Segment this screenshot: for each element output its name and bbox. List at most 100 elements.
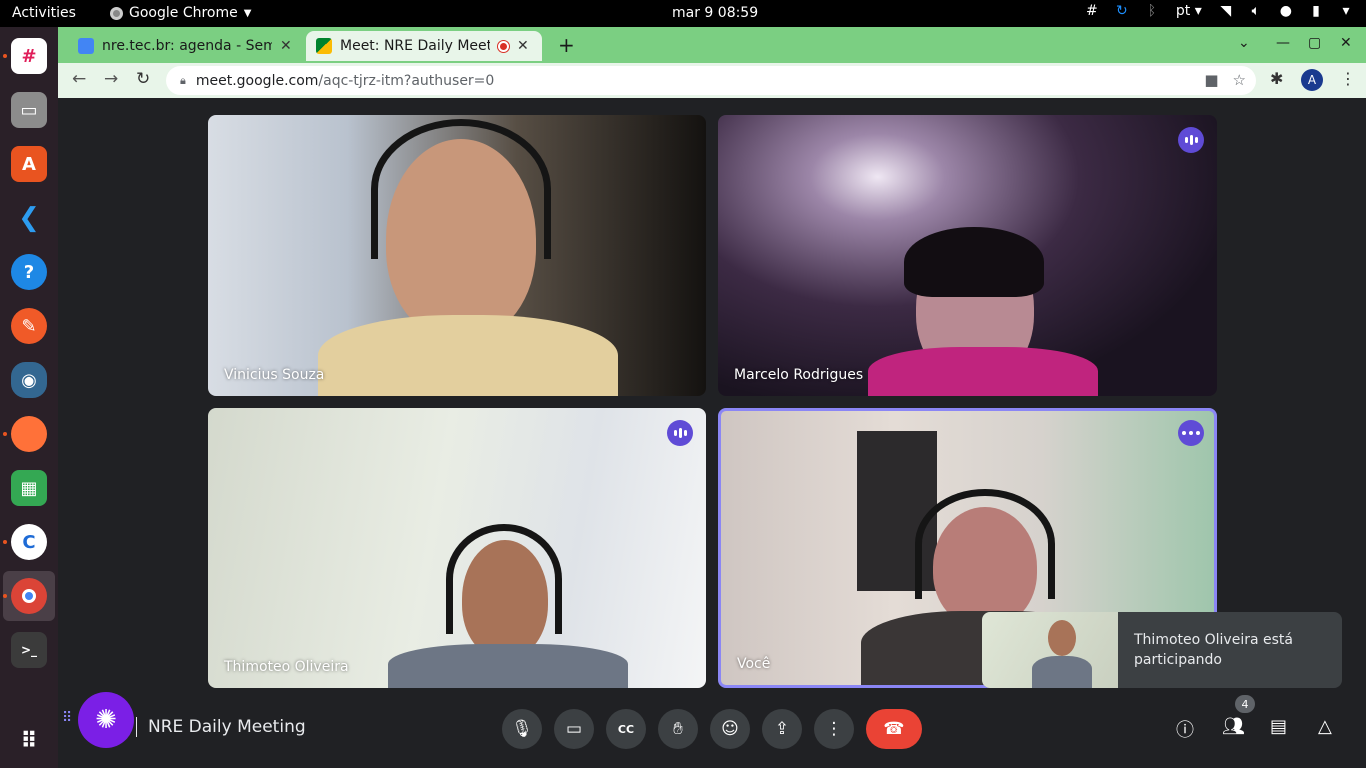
participant-video [386,139,536,339]
chat-icon[interactable]: ▤ [1270,716,1287,737]
forward-icon[interactable]: → [104,69,118,89]
join-notification-text: Thimoteo Oliveira está participando [1134,632,1293,668]
participant-thumbnail [982,612,1118,688]
meeting-activity-icon[interactable]: ✺ [78,692,134,748]
back-icon[interactable]: ← [72,69,86,89]
present-screen-button[interactable]: ⇪ [762,709,802,749]
divider [136,717,137,737]
app-menu-label: Google Chrome [129,5,238,21]
show-apps-icon[interactable]: ⠿ [11,723,47,759]
hair [904,227,1044,297]
running-indicator [3,594,7,598]
emoji-reaction-button[interactable]: ☺ [710,709,750,749]
shirt [868,347,1098,396]
camera-button[interactable]: ▭ [554,709,594,749]
chrome-icon[interactable] [11,578,47,614]
chrome-small-icon [110,6,123,20]
url-host: meet.google.com [195,72,319,89]
close-window-button[interactable]: ✕ [1340,35,1352,51]
wifi-icon[interactable]: ◥ [1220,3,1232,19]
new-tab-button[interactable]: + [558,33,575,57]
people-count-badge: 4 [1235,695,1255,713]
language-label: pt [1175,3,1191,19]
meet-stage: Vinicius Souza Marcelo Rodrigues Thimote… [58,98,1366,768]
dock: # ▭ A ❮ ? ✎ ◉ ▦ C >_ ⠿ [0,27,58,768]
close-tab-icon[interactable]: ✕ [517,38,529,54]
participant-tile[interactable]: Thimoteo Oliveira [208,408,706,688]
maximize-button[interactable]: ▢ [1308,35,1321,51]
participant-video [933,507,1037,627]
more-options-button[interactable]: ⋮ [814,709,854,749]
close-tab-icon[interactable]: ✕ [280,38,292,54]
postman-icon[interactable]: ✎ [11,308,47,344]
speaking-indicator-icon [1178,127,1204,153]
camera-in-use-icon[interactable]: ■ [1204,71,1218,89]
browser-toolbar: ← → ↻ 🔒︎ meet.google.com/aqc-tjrz-itm?au… [58,63,1366,98]
firefox-icon[interactable] [11,416,47,452]
emoji-icon: ☺ [721,719,739,739]
join-notification: Thimoteo Oliveira está participando [982,612,1342,688]
captions-button[interactable]: CC [606,709,646,749]
participant-name: Marcelo Rodrigues [734,367,864,383]
vscode-icon[interactable]: ❮ [11,200,47,236]
activities-button[interactable]: Activities [12,5,76,21]
hang-up-icon: ☎︎ [883,719,905,739]
clockify-icon[interactable]: C [11,524,47,560]
help-icon[interactable]: ? [11,254,47,290]
raise-hand-button[interactable]: ✋︎ [658,709,698,749]
software-center-icon[interactable]: A [11,146,47,182]
meet-icon [316,38,332,54]
activities-icon[interactable]: △ [1318,716,1332,737]
terminal-icon[interactable]: >_ [11,632,47,668]
present-icon: ⇪ [774,719,790,739]
system-top-bar: Activities Google Chrome ▼ mar 9 08:59 #… [0,0,1366,27]
participant-tile[interactable]: Vinicius Souza [208,115,706,396]
app-menu[interactable]: Google Chrome ▼ [110,5,251,21]
chrome-menu-icon[interactable]: ⋮ [1340,69,1356,88]
tab-title: Meet: NRE Daily Meeting [340,38,490,54]
extensions-icon[interactable]: ✱ [1270,69,1283,88]
tab-search-icon[interactable]: ⌄ [1238,35,1250,51]
tab-meet[interactable]: Meet: NRE Daily Meeting ✕ [306,31,542,61]
recording-icon [498,40,509,52]
tab-calendar[interactable]: nre.tec.br: agenda - Semana ✕ [68,31,304,61]
participant-name: Você [737,656,771,672]
slack-icon[interactable]: # [11,38,47,74]
participant-name: Vinicius Souza [224,367,325,383]
more-options-icon[interactable] [1178,420,1204,446]
slack-tray-icon[interactable]: # [1086,3,1098,19]
bluetooth-icon[interactable]: ᛒ [1146,3,1158,19]
volume-icon[interactable]: 🔈︎ [1250,3,1262,19]
running-indicator [3,432,7,436]
participant-tile[interactable]: Marcelo Rodrigues [718,115,1217,396]
files-icon[interactable]: ▭ [11,92,47,128]
more-vert-icon: ⋮ [825,719,843,739]
participant-video [462,540,548,658]
minimize-button[interactable]: — [1276,35,1290,51]
language-indicator[interactable]: pt ▾ [1176,3,1202,19]
battery-icon[interactable]: ▮ [1310,3,1322,19]
reload-icon[interactable]: ↻ [136,69,150,89]
profile-avatar[interactable]: A [1301,69,1323,91]
clock[interactable]: mar 9 08:59 [672,5,758,21]
meeting-title: NRE Daily Meeting [148,717,306,737]
address-bar[interactable]: 🔒︎ meet.google.com/aqc-tjrz-itm?authuser… [166,66,1256,95]
lock-icon: 🔒︎ [180,73,186,87]
drag-handle-icon: ⠿ [62,710,73,726]
microphone-button[interactable]: 🎙︎ [502,709,542,749]
browser-window: nre.tec.br: agenda - Semana ✕ Meet: NRE … [58,27,1366,98]
url-path: /aqc-tjrz-itm?authuser=0 [318,72,495,89]
microphone-icon[interactable]: ● [1280,3,1292,19]
captions-icon: CC [617,722,635,736]
people-icon[interactable]: 👥︎ [1222,716,1245,737]
shirt [318,315,618,396]
leave-call-button[interactable]: ☎︎ [866,709,922,749]
speaking-indicator-icon [667,420,693,446]
shirt [388,644,628,688]
postgresql-icon[interactable]: ◉ [11,362,47,398]
system-menu-caret-icon[interactable]: ▾ [1340,3,1352,19]
spreadsheet-icon[interactable]: ▦ [11,470,47,506]
bookmark-star-icon[interactable]: ☆ [1233,71,1246,89]
sync-tray-icon[interactable]: ↻ [1116,3,1128,19]
meeting-info-icon[interactable]: ⓘ [1176,716,1194,742]
